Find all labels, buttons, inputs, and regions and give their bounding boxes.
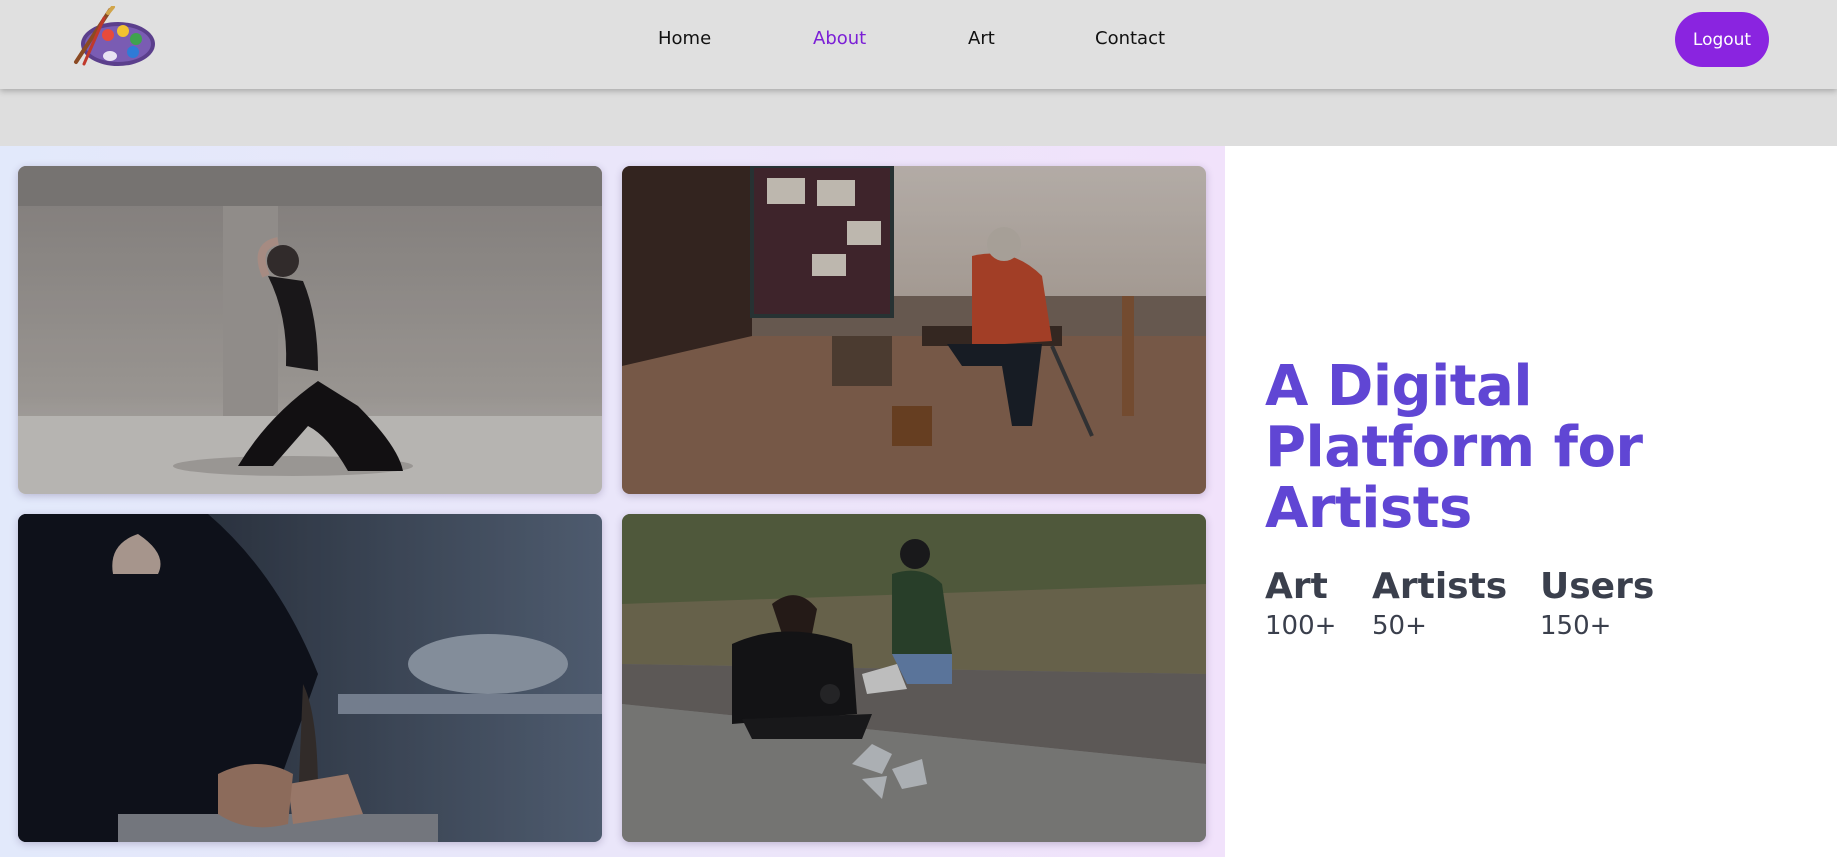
stat-label: Users	[1540, 566, 1655, 607]
stat-value: 150+	[1540, 611, 1612, 641]
nav-home-link[interactable]: Home	[658, 28, 711, 49]
nav-contact-link[interactable]: Contact	[1095, 28, 1165, 49]
header-spacer-bar	[0, 89, 1837, 146]
stat-value: 100+	[1265, 611, 1337, 641]
gallery-photo-sculptor[interactable]	[18, 514, 602, 842]
stat-value: 50+	[1372, 611, 1427, 641]
hero-title: A Digital Platform for Artists	[1265, 354, 1643, 541]
stat-art: Art 100+	[1265, 566, 1336, 644]
logout-button[interactable]: Logout	[1675, 12, 1769, 67]
nav-art-link[interactable]: Art	[968, 28, 995, 49]
gallery-photo-dancer[interactable]	[18, 166, 602, 494]
stat-label: Art	[1265, 566, 1328, 607]
gallery-photo-outdoor-painter[interactable]	[622, 166, 1206, 494]
main-nav: Home About Art Contact	[0, 0, 1837, 79]
stat-users: Users 150+	[1540, 566, 1654, 644]
top-navbar: Home About Art Contact Logout	[0, 0, 1837, 89]
nav-about-link[interactable]: About	[813, 28, 866, 49]
gallery-photo-roadside-artists[interactable]	[622, 514, 1206, 842]
photo-gallery	[0, 146, 1225, 857]
stat-label: Artists	[1372, 566, 1508, 607]
hero-section: A Digital Platform for Artists Art 100+ …	[1225, 146, 1837, 857]
stat-artists: Artists 50+	[1372, 566, 1507, 644]
